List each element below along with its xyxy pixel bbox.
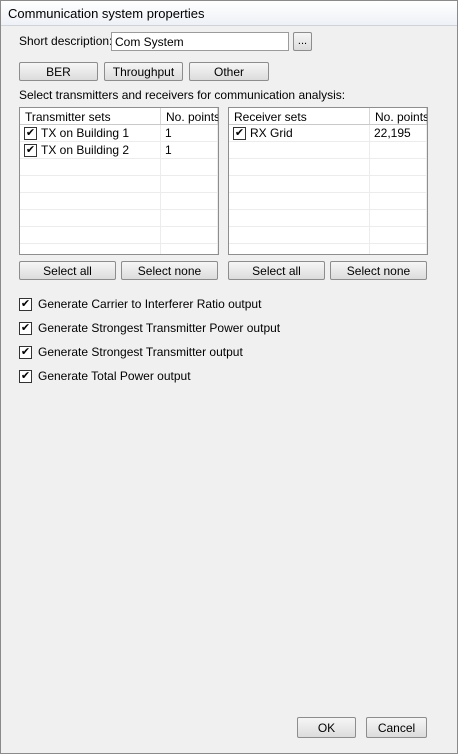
strongest-tx-output-option[interactable]: Generate Strongest Transmitter output — [19, 345, 243, 359]
total-power-output-option[interactable]: Generate Total Power output — [19, 369, 191, 383]
tx-select-none-label: Select none — [137, 263, 202, 278]
rx-select-all-label: Select all — [252, 263, 301, 278]
other-button[interactable]: Other — [189, 62, 269, 81]
throughput-button[interactable]: Throughput — [104, 62, 183, 81]
tx-select-all-label: Select all — [43, 263, 92, 278]
empty-row — [229, 176, 427, 193]
receiver-list-header: Receiver sets No. points — [229, 108, 427, 125]
empty-row — [20, 244, 218, 254]
empty-row — [20, 193, 218, 210]
ber-button-label: BER — [46, 64, 71, 79]
receiver-sets-column-header[interactable]: Receiver sets — [229, 108, 370, 124]
empty-row — [229, 244, 427, 254]
empty-row — [20, 176, 218, 193]
tx-points-cell: 1 — [165, 143, 172, 157]
ber-button[interactable]: BER — [19, 62, 98, 81]
tx-select-all-button[interactable]: Select all — [19, 261, 116, 280]
throughput-button-label: Throughput — [112, 64, 175, 79]
ok-button-label: OK — [317, 720, 336, 735]
rx-select-none-label: Select none — [346, 263, 411, 278]
strongest-tx-output-label: Generate Strongest Transmitter output — [38, 345, 243, 359]
tx-name-cell: TX on Building 2 — [41, 143, 130, 157]
tx-points-cell: 1 — [165, 126, 172, 140]
strongest-tx-output-checkbox[interactable] — [19, 345, 32, 359]
tx-select-none-button[interactable]: Select none — [121, 261, 218, 280]
cancel-button-label: Cancel — [377, 720, 416, 735]
rx-points-cell: 22,195 — [374, 126, 411, 140]
tx-name-cell: TX on Building 1 — [41, 126, 130, 140]
browse-button-label: ... — [297, 35, 308, 47]
empty-row — [229, 210, 427, 227]
select-instruction-label: Select transmitters and receivers for co… — [19, 88, 346, 102]
empty-row — [20, 227, 218, 244]
transmitter-list[interactable]: Transmitter sets No. points TX on Buildi… — [19, 107, 219, 255]
title-bar[interactable]: Communication system properties — [1, 1, 457, 26]
tx-building-2-checkbox[interactable] — [24, 143, 37, 157]
transmitter-sets-column-header[interactable]: Transmitter sets — [20, 108, 161, 124]
empty-row — [20, 159, 218, 176]
cancel-button[interactable]: Cancel — [366, 717, 427, 738]
strongest-tx-power-output-label: Generate Strongest Transmitter Power out… — [38, 321, 281, 335]
table-row[interactable]: TX on Building 1 1 — [20, 125, 218, 142]
browse-button[interactable]: ... — [293, 32, 312, 51]
cir-output-option[interactable]: Generate Carrier to Interferer Ratio out… — [19, 297, 261, 311]
other-button-label: Other — [213, 64, 244, 79]
strongest-tx-power-output-option[interactable]: Generate Strongest Transmitter Power out… — [19, 321, 280, 335]
empty-row — [229, 193, 427, 210]
tx-building-1-checkbox[interactable] — [24, 126, 37, 140]
table-row[interactable]: RX Grid 22,195 — [229, 125, 427, 142]
empty-row — [229, 142, 427, 159]
ok-button[interactable]: OK — [297, 717, 356, 738]
transmitter-list-header: Transmitter sets No. points — [20, 108, 218, 125]
transmitter-points-column-header[interactable]: No. points — [161, 108, 218, 124]
rx-name-cell: RX Grid — [250, 126, 293, 140]
cir-output-label: Generate Carrier to Interferer Ratio out… — [38, 297, 262, 311]
rx-select-none-button[interactable]: Select none — [330, 261, 427, 280]
strongest-tx-power-output-checkbox[interactable] — [19, 321, 32, 335]
window-title: Communication system properties — [8, 6, 205, 21]
total-power-output-checkbox[interactable] — [19, 369, 32, 383]
cir-output-checkbox[interactable] — [19, 297, 32, 311]
dialog-window: Communication system properties Short de… — [0, 0, 458, 754]
receiver-list[interactable]: Receiver sets No. points RX Grid 22,195 — [228, 107, 428, 255]
table-row[interactable]: TX on Building 2 1 — [20, 142, 218, 159]
empty-row — [20, 210, 218, 227]
total-power-output-label: Generate Total Power output — [38, 369, 191, 383]
receiver-points-column-header[interactable]: No. points — [370, 108, 427, 124]
short-description-label: Short description: — [19, 34, 113, 48]
rx-select-all-button[interactable]: Select all — [228, 261, 325, 280]
empty-row — [229, 227, 427, 244]
empty-row — [229, 159, 427, 176]
rx-grid-checkbox[interactable] — [233, 126, 246, 140]
short-description-input[interactable] — [111, 32, 289, 51]
